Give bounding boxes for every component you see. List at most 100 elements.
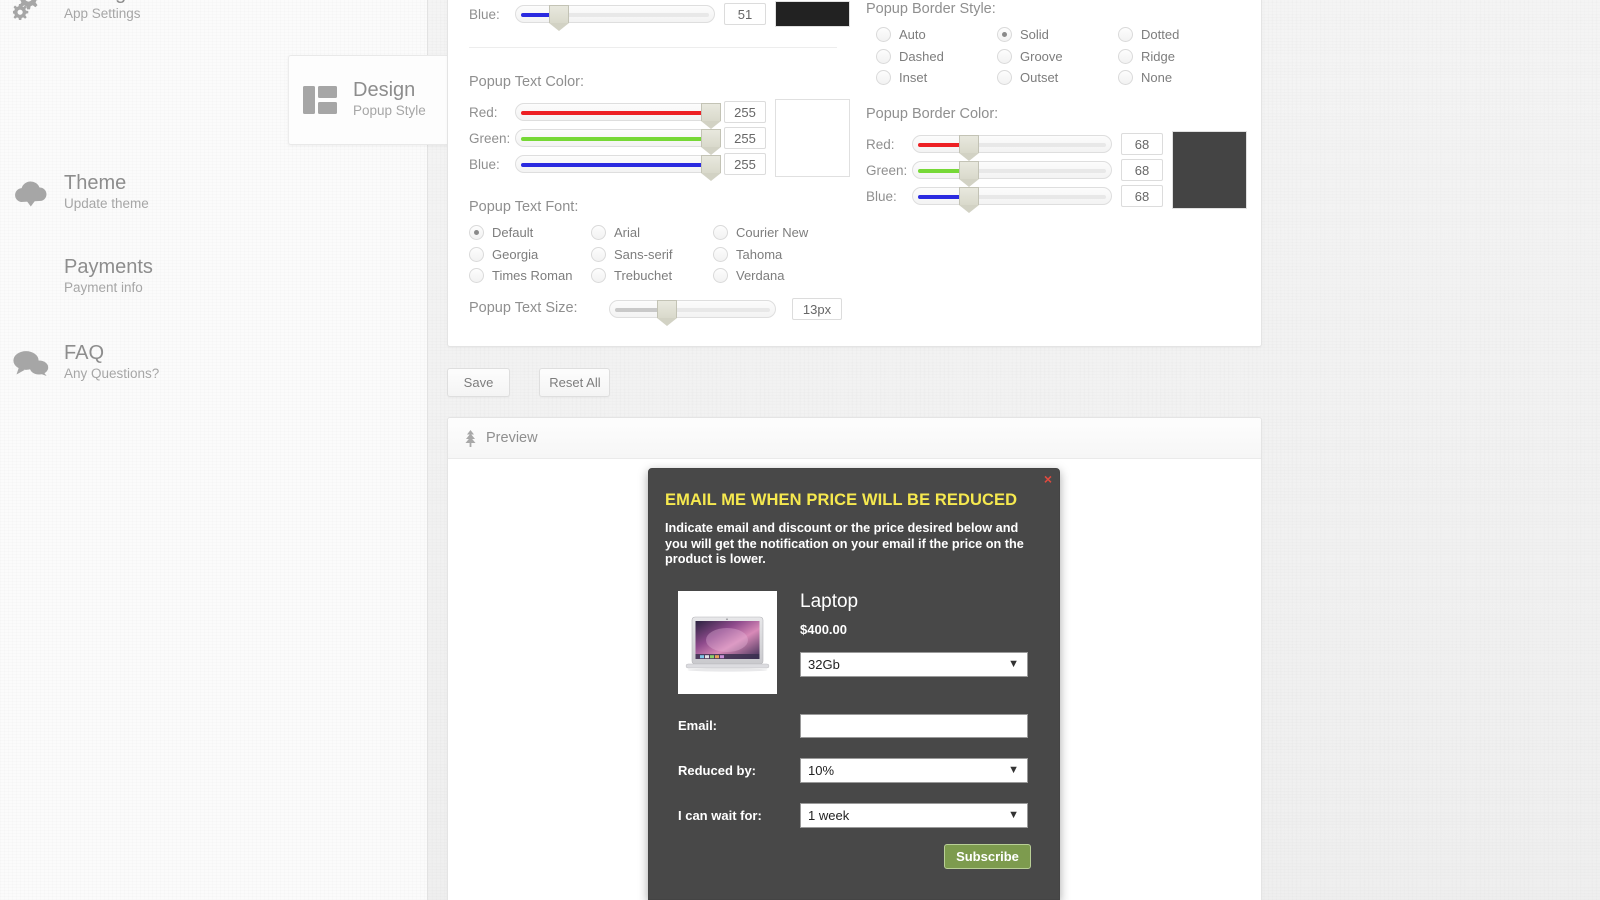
radio-option[interactable]: Default [469,222,591,244]
radio-button[interactable] [591,268,606,284]
reset-all-button[interactable]: Reset All [539,368,611,397]
color-value-input[interactable]: 255 [724,153,766,175]
sidebar-item-faq[interactable]: FAQ Any Questions? [0,318,428,408]
product-variant-select[interactable]: 32Gb ▼ [800,651,1028,677]
slider-track [967,195,1106,199]
radio-option[interactable]: Tahoma [713,244,835,266]
wait-for-select[interactable]: 1 week ▼ [800,802,1028,828]
radio-button[interactable] [876,27,891,43]
radio-option[interactable]: Verdana [713,265,835,287]
slider-thumb[interactable] [959,161,980,187]
color-channel-label: Blue: [469,6,500,22]
sidebar-item-text: FAQ Any Questions? [64,343,159,383]
sidebar-item-settings[interactable]: Settings App Settings [0,0,428,48]
slider-group: Red: 255 Green: 255 Blue: 255 [469,99,850,181]
radio-option[interactable]: Dotted [1118,24,1239,46]
radio-button[interactable] [1118,70,1133,86]
radio-option[interactable]: Sans-serif [591,244,713,266]
radio-button[interactable] [713,268,728,284]
radio-button[interactable] [876,48,891,64]
chat-bubbles-icon [8,340,54,386]
radio-button[interactable] [997,48,1012,64]
color-slider[interactable] [515,103,721,129]
popup-text-size-control: 13px [609,296,842,326]
radio-option[interactable]: Inset [876,67,997,89]
radio-option[interactable]: Auto [876,24,997,46]
settings-actions: Save Reset All [447,368,611,397]
color-channel-label: Red: [469,104,498,120]
color-slider-row: Blue: 51 [469,1,766,31]
save-button[interactable]: Save [447,368,510,397]
radio-button[interactable] [997,70,1012,86]
email-notification-popup: × EMAIL ME WHEN PRICE WILL BE REDUCED In… [648,468,1060,900]
divider [469,47,837,48]
reduced-by-select[interactable]: 10% ▼ [800,757,1028,783]
color-slider[interactable] [515,155,721,181]
radio-button[interactable] [876,70,891,86]
color-channel-label: Green: [866,162,908,178]
text-size-slider[interactable] [609,300,776,326]
color-slider[interactable] [912,187,1112,213]
color-preview-swatch [775,99,850,177]
radio-button[interactable] [591,246,606,262]
chevron-down-icon: ▼ [1008,763,1019,776]
slider-thumb[interactable] [656,300,677,326]
color-slider[interactable] [912,161,1112,187]
radio-button[interactable] [469,246,484,262]
wait-for-value: 1 week [808,807,850,823]
radio-option[interactable]: Solid [997,24,1118,46]
radio-button[interactable] [1118,27,1133,43]
subscribe-button[interactable]: Subscribe [944,844,1031,869]
slider-thumb[interactable] [701,129,721,155]
popup-border-style-heading: Popup Border Style: [866,1,996,17]
slider-thumb[interactable] [701,103,721,129]
close-icon[interactable]: × [1044,472,1052,486]
sidebar-item-theme[interactable]: Theme Update theme [0,148,428,238]
color-value-input[interactable]: 68 [1121,185,1163,207]
product-price: $400.00 [800,621,847,637]
radio-button[interactable] [469,225,484,241]
color-channel-label: Red: [866,136,895,152]
radio-option[interactable]: Ridge [1118,46,1239,68]
radio-button[interactable] [997,27,1012,43]
popup-field-label: I can wait for: [678,807,762,823]
radio-button[interactable] [591,225,606,241]
email-field[interactable] [800,713,1028,738]
popup-border-style-options: Auto Solid Dotted Dashed Groove Ridge Inset Out… [876,24,1266,89]
popup-text-size-heading: Popup Text Size: [469,300,578,316]
radio-button[interactable] [469,268,484,284]
radio-button[interactable] [1118,48,1133,64]
color-value-input[interactable]: 68 [1121,159,1163,181]
color-value-input[interactable]: 255 [724,101,766,123]
product-variant-value: 32Gb [808,656,840,672]
color-slider-row: Blue: 255 [469,151,766,181]
slider-fill [521,111,711,115]
color-value-input[interactable]: 255 [724,127,766,149]
radio-button[interactable] [713,246,728,262]
radio-option[interactable]: Trebuchet [591,265,713,287]
text-size-value[interactable]: 13px [792,298,842,320]
popup-style-settings-panel: Blue: 51 Popup Text Color: Red: 255 Green: 2… [447,0,1262,347]
radio-option[interactable]: Arial [591,222,713,244]
radio-option[interactable]: Groove [997,46,1118,68]
slider-thumb[interactable] [959,187,980,213]
color-preview-swatch [775,1,850,27]
slider-thumb[interactable] [549,5,569,31]
color-slider[interactable] [912,135,1112,161]
color-channel-label: Blue: [866,188,897,204]
radio-button[interactable] [713,225,728,241]
radio-option[interactable]: Times Roman [469,265,591,287]
slider-thumb[interactable] [959,135,980,161]
sidebar-item-payments[interactable]: Payments Payment info [0,232,428,322]
radio-option[interactable]: None [1118,67,1239,89]
radio-option[interactable]: Courier New [713,222,835,244]
color-slider[interactable] [515,129,721,155]
radio-option[interactable]: Georgia [469,244,591,266]
color-value-input[interactable]: 51 [724,3,766,25]
popup-background-color-group: Blue: 51 [469,1,850,31]
radio-option[interactable]: Dashed [876,46,997,68]
slider-thumb[interactable] [701,155,721,181]
radio-option[interactable]: Outset [997,67,1118,89]
color-slider[interactable] [515,5,715,31]
color-value-input[interactable]: 68 [1121,133,1163,155]
